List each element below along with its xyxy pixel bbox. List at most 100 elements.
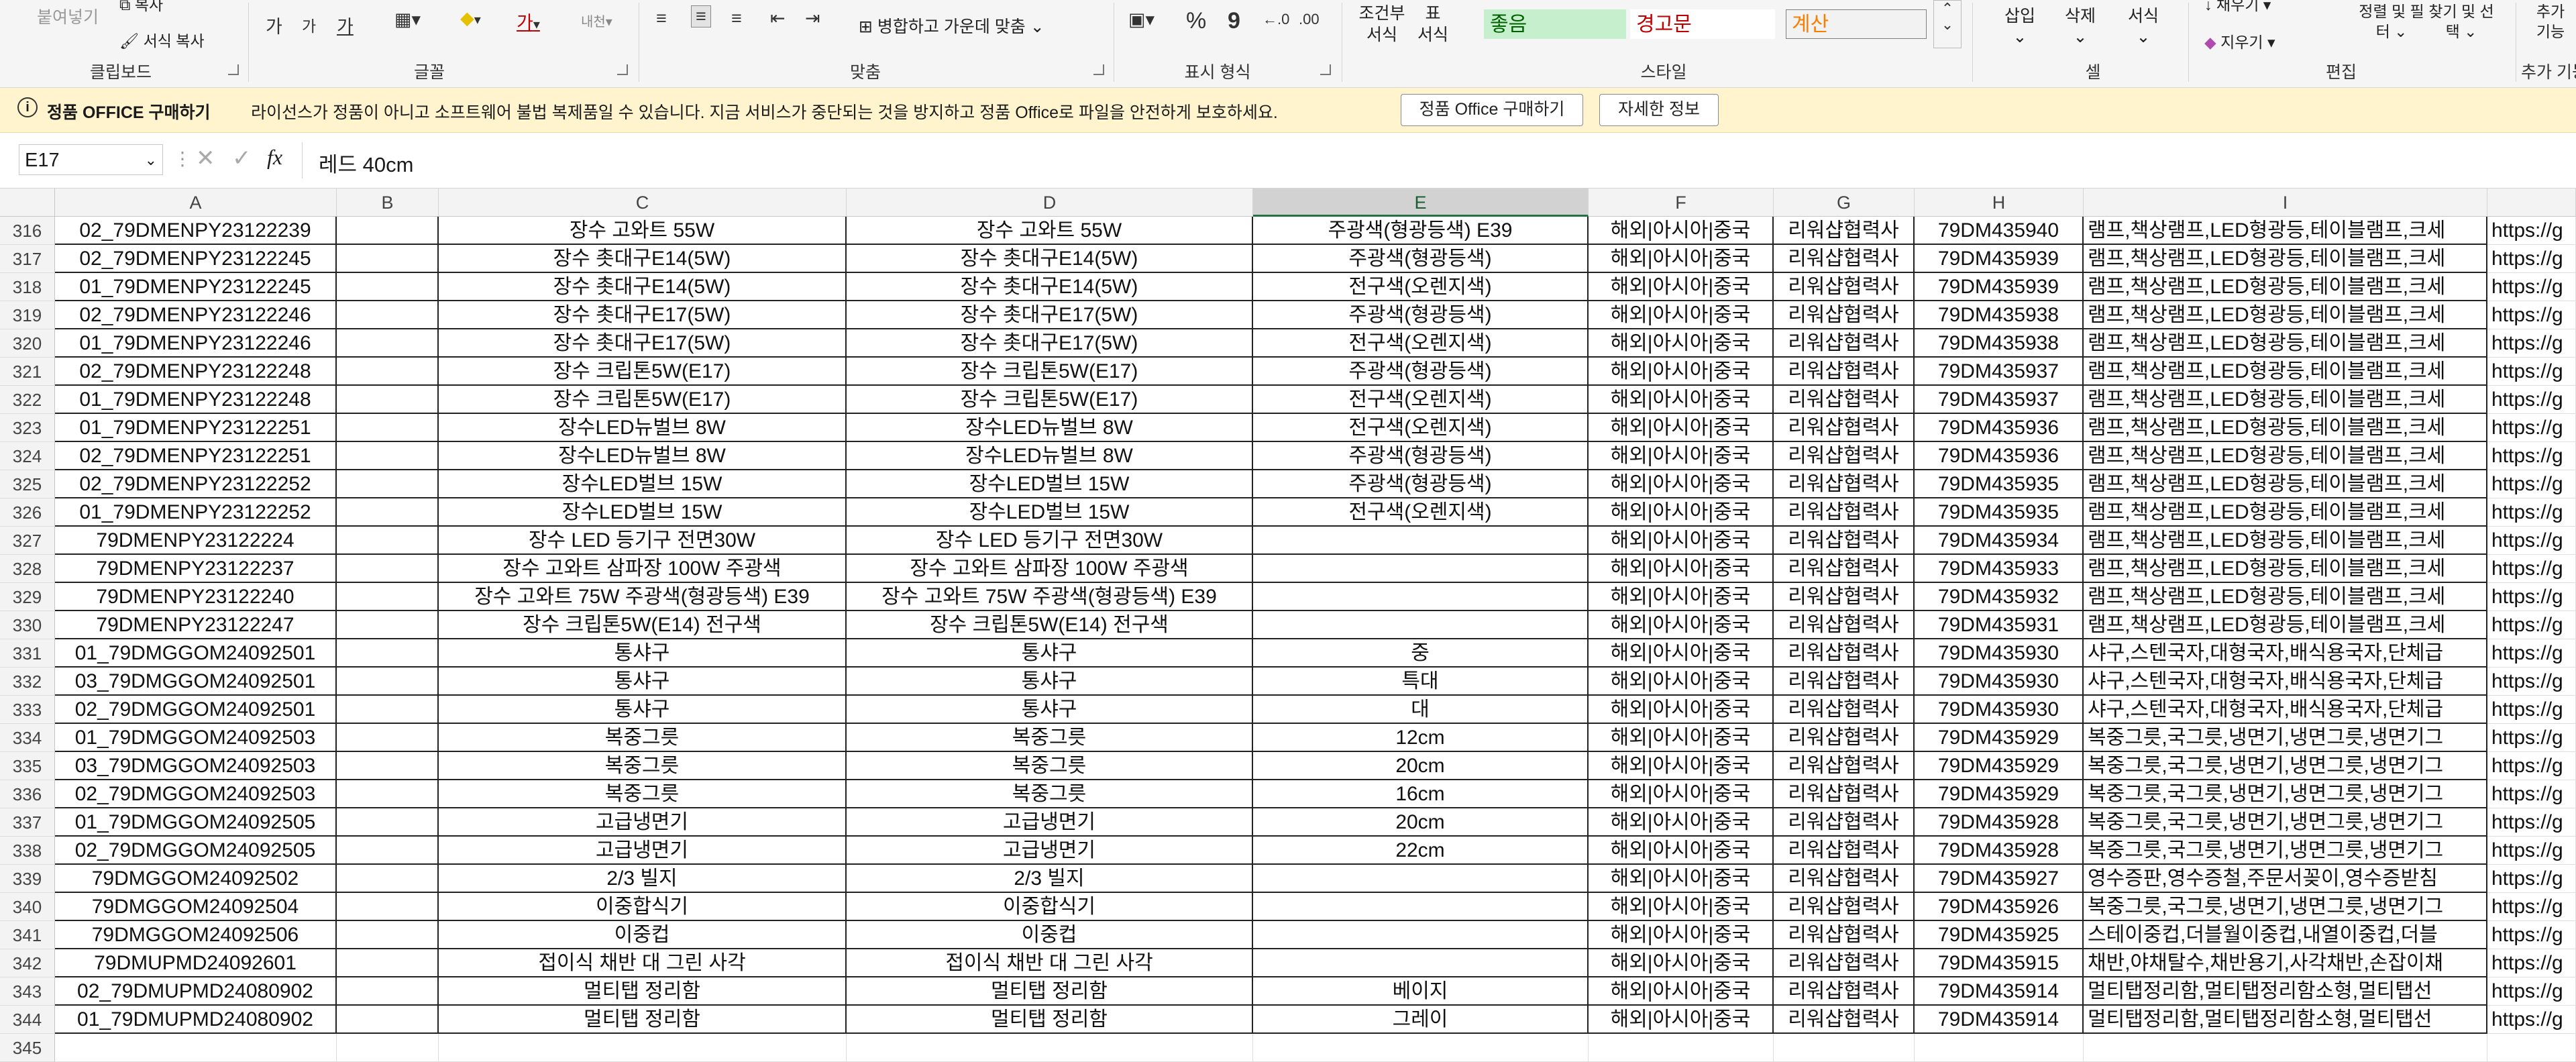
cell-h[interactable]: 79DM435930 — [1915, 696, 2084, 724]
cell-c[interactable]: 2/3 빌지 — [439, 865, 847, 893]
cell-d[interactable]: 2/3 빌지 — [847, 865, 1253, 893]
cell-a[interactable]: 01_79DMGGOM24092505 — [55, 808, 337, 837]
cell-g[interactable]: 리워샵협력사 — [1774, 696, 1915, 724]
column-header-a[interactable]: A — [55, 189, 337, 217]
cell-g[interactable]: 리워샵협력사 — [1774, 977, 1915, 1006]
cell-i[interactable]: 램프,책상램프,LED형광등,테이블램프,크세 — [2084, 301, 2487, 329]
cell-i[interactable]: 램프,책상램프,LED형광등,테이블램프,크세 — [2084, 358, 2487, 386]
row-header[interactable]: 334 — [0, 724, 55, 752]
cell-c[interactable]: 장수 고와트 55W — [439, 217, 847, 245]
decrease-indent-icon[interactable]: ⇤ — [770, 8, 786, 29]
cell-b[interactable] — [337, 696, 439, 724]
cell-b[interactable] — [337, 442, 439, 470]
cell-f[interactable]: 해외|아시아|중국 — [1589, 808, 1774, 837]
cell-b[interactable] — [337, 555, 439, 583]
cell-j[interactable]: https://g — [2487, 611, 2576, 639]
cell-j[interactable]: https://g — [2487, 865, 2576, 893]
row-header[interactable]: 330 — [0, 611, 55, 639]
cell-h[interactable]: 79DM435927 — [1915, 865, 2084, 893]
cell-d[interactable]: 장수LED뉴벌브 8W — [847, 442, 1253, 470]
name-box[interactable]: E17 ⌄ — [19, 144, 163, 175]
cell-g[interactable]: 리워샵협력사 — [1774, 611, 1915, 639]
font-launcher[interactable] — [617, 64, 628, 75]
cell-a[interactable] — [55, 1034, 337, 1062]
cell-c[interactable]: 장수LED벌브 15W — [439, 470, 847, 498]
cell-a[interactable]: 79DMGGOM24092504 — [55, 893, 337, 921]
cell-a[interactable]: 79DMENPY23122240 — [55, 583, 337, 611]
cell-d[interactable]: 장수 LED 등기구 전면30W — [847, 527, 1253, 555]
cell-e[interactable] — [1253, 865, 1589, 893]
cell-b[interactable] — [337, 1034, 439, 1062]
cell-d[interactable]: 고급냉면기 — [847, 837, 1253, 865]
more-info-button[interactable]: 자세한 정보 — [1599, 94, 1719, 126]
copy-button[interactable]: ⧉ 복사 — [119, 0, 163, 15]
cell-e[interactable]: 주광색(형광등색) — [1253, 358, 1589, 386]
cell-c[interactable]: 고급냉면기 — [439, 837, 847, 865]
cell-f[interactable]: 해외|아시아|중국 — [1589, 865, 1774, 893]
cell-f[interactable]: 해외|아시아|중국 — [1589, 358, 1774, 386]
cell-i[interactable]: 램프,책상램프,LED형광등,테이블램프,크세 — [2084, 470, 2487, 498]
cell-b[interactable] — [337, 780, 439, 808]
cell-i[interactable] — [2084, 1034, 2487, 1062]
cell-e[interactable] — [1253, 893, 1589, 921]
cell-h[interactable]: 79DM435933 — [1915, 555, 2084, 583]
cell-c[interactable]: 접이식 채반 대 그린 사각 — [439, 949, 847, 977]
cell-h[interactable]: 79DM435914 — [1915, 977, 2084, 1006]
cell-b[interactable] — [337, 273, 439, 301]
column-header-partial[interactable] — [2487, 189, 2576, 217]
cell-b[interactable] — [337, 217, 439, 245]
comma-button[interactable]: 9 — [1228, 8, 1240, 34]
cell-e[interactable]: 22cm — [1253, 837, 1589, 865]
row-header[interactable]: 341 — [0, 921, 55, 949]
clipboard-launcher[interactable] — [228, 64, 239, 75]
cell-d[interactable]: 멀티탭 정리함 — [847, 977, 1253, 1006]
cell-b[interactable] — [337, 949, 439, 977]
cell-i[interactable]: 램프,책상램프,LED형광등,테이블램프,크세 — [2084, 442, 2487, 470]
cell-j[interactable]: https://g — [2487, 668, 2576, 696]
cell-h[interactable]: 79DM435938 — [1915, 301, 2084, 329]
cell-b[interactable] — [337, 583, 439, 611]
row-header[interactable]: 328 — [0, 555, 55, 583]
fill-button[interactable]: ↓ 채우기 ▾ — [2204, 0, 2271, 15]
column-header-c[interactable]: C — [439, 189, 847, 217]
cell-b[interactable] — [337, 639, 439, 668]
cell-c[interactable]: 장수 촛대구E14(5W) — [439, 273, 847, 301]
cell-e[interactable] — [1253, 527, 1589, 555]
cell-b[interactable] — [337, 808, 439, 837]
cell-g[interactable]: 리워샵협력사 — [1774, 217, 1915, 245]
row-header[interactable]: 333 — [0, 696, 55, 724]
row-header[interactable]: 335 — [0, 752, 55, 780]
cell-a[interactable]: 01_79DMENPY23122245 — [55, 273, 337, 301]
cell-h[interactable]: 79DM435926 — [1915, 893, 2084, 921]
cell-j[interactable]: https://g — [2487, 949, 2576, 977]
buy-office-button[interactable]: 정품 Office 구매하기 — [1401, 94, 1583, 126]
cell-f[interactable]: 해외|아시아|중국 — [1589, 724, 1774, 752]
cell-i[interactable]: 램프,책상램프,LED형광등,테이블램프,크세 — [2084, 414, 2487, 442]
cell-c[interactable]: 장수 크립톤5W(E17) — [439, 386, 847, 414]
align-left-icon[interactable]: ≡ — [656, 8, 667, 29]
cell-a[interactable]: 01_79DMENPY23122248 — [55, 386, 337, 414]
cell-d[interactable]: 이중합식기 — [847, 893, 1253, 921]
cell-j[interactable]: https://g — [2487, 245, 2576, 273]
row-header[interactable]: 327 — [0, 527, 55, 555]
cell-a[interactable]: 79DMGGOM24092502 — [55, 865, 337, 893]
cell-e[interactable]: 대 — [1253, 696, 1589, 724]
cell-h[interactable]: 79DM435930 — [1915, 639, 2084, 668]
cell-j[interactable]: https://g — [2487, 837, 2576, 865]
cell-b[interactable] — [337, 498, 439, 527]
cell-g[interactable]: 리워샵협력사 — [1774, 1006, 1915, 1034]
cell-c[interactable]: 장수 촛대구E17(5W) — [439, 329, 847, 358]
row-header[interactable]: 324 — [0, 442, 55, 470]
cell-e[interactable]: 중 — [1253, 639, 1589, 668]
cell-f[interactable]: 해외|아시아|중국 — [1589, 837, 1774, 865]
cell-d[interactable]: 고급냉면기 — [847, 808, 1253, 837]
cell-b[interactable] — [337, 470, 439, 498]
column-header-g[interactable]: G — [1774, 189, 1915, 217]
format-as-table-button[interactable]: 표 서식 — [1417, 3, 1449, 46]
cell-a[interactable]: 79DMENPY23122224 — [55, 527, 337, 555]
cell-d[interactable]: 복중그릇 — [847, 780, 1253, 808]
cell-b[interactable] — [337, 921, 439, 949]
cell-h[interactable]: 79DM435929 — [1915, 752, 2084, 780]
style-warning[interactable]: 경고문 — [1630, 9, 1775, 39]
cell-e[interactable]: 주광색(형광등색) — [1253, 442, 1589, 470]
